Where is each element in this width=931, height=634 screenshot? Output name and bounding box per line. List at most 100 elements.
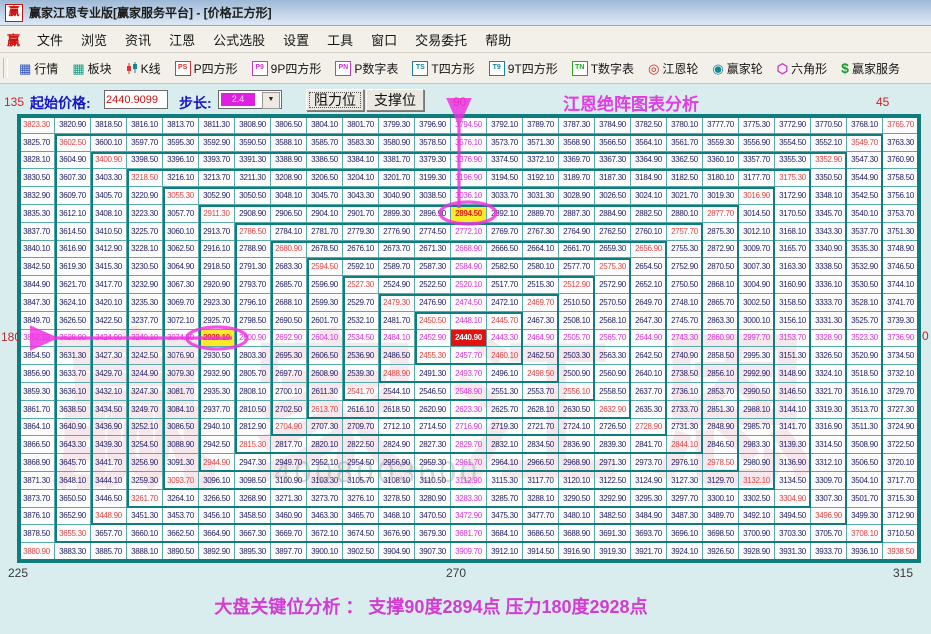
gann-cell[interactable]: 2529.70 [343,293,379,312]
gann-cell[interactable]: 2762.50 [595,222,631,241]
gann-cell[interactable]: 3110.50 [415,471,451,490]
gann-cell[interactable]: 3225.70 [127,222,163,241]
gann-cell[interactable]: 3919.30 [595,543,631,561]
gann-cell[interactable]: 3931.30 [775,543,811,561]
gann-cell[interactable]: 3904.90 [379,543,415,561]
gann-cell[interactable]: 2853.70 [703,382,739,401]
gann-cell[interactable]: 3338.50 [811,258,847,277]
gann-cell[interactable]: 3674.50 [343,525,379,544]
gann-cell[interactable]: 2460.10 [487,347,523,366]
gann-cell[interactable]: 3715.30 [883,489,919,508]
gann-cell[interactable]: 3163.30 [775,258,811,277]
gann-cell[interactable]: 2469.70 [523,293,559,312]
gann-cell[interactable]: 3640.90 [55,418,91,437]
gann-cell[interactable]: 2832.10 [487,436,523,455]
gann-cell[interactable]: 2757.70 [667,222,703,241]
gann-cell[interactable]: 3369.70 [559,151,595,170]
gann-cell[interactable]: 3288.10 [523,489,559,508]
gann-cell[interactable]: 3026.50 [595,187,631,205]
gann-cell[interactable]: 3148.90 [775,365,811,383]
gann-cell[interactable]: 3134.50 [775,471,811,490]
gann-cell[interactable]: 3336.10 [811,276,847,294]
gann-cell[interactable]: 3309.70 [811,471,847,490]
chevron-down-icon[interactable]: ▼ [262,92,280,109]
gann-cell[interactable]: 3530.50 [847,276,883,294]
toolbar-t-square[interactable]: TS T四方形 [405,60,481,77]
gann-cell[interactable]: 3172.90 [775,187,811,205]
gann-cell[interactable]: 2640.10 [631,365,667,383]
gann-cell[interactable]: 2652.10 [631,276,667,294]
gann-cell[interactable]: 3547.30 [847,151,883,170]
gann-cell[interactable]: 2472.10 [487,293,523,312]
toolbar-p-number-table[interactable]: PN P数字表 [328,60,405,77]
gann-cell[interactable]: 3379.30 [415,151,451,170]
gann-cell[interactable]: 2803.30 [235,347,271,366]
gann-cell[interactable]: 3280.90 [415,489,451,508]
gann-cell[interactable]: 3801.70 [343,116,379,134]
gann-cell[interactable]: 2959.30 [415,454,451,472]
gann-cell[interactable]: 3096.10 [199,471,235,490]
gann-cell[interactable]: 3295.30 [631,489,667,508]
gann-cell[interactable]: 3794.50 [451,116,487,134]
gann-cell[interactable]: 2906.50 [271,204,307,223]
gann-cell[interactable]: 3823.30 [19,116,55,134]
gann-cell[interactable]: 3446.50 [91,489,127,508]
gann-cell[interactable]: 3924.10 [667,543,703,561]
gann-cell[interactable]: 2978.50 [703,454,739,472]
gann-cell[interactable]: 2512.90 [559,276,595,294]
gann-cell[interactable]: 3876.10 [19,507,55,526]
gann-cell[interactable]: 2748.10 [667,293,703,312]
gann-cell[interactable]: 2992.90 [739,365,775,383]
gann-cell[interactable]: 3520.90 [847,347,883,366]
gann-cell[interactable]: 3273.70 [307,489,343,508]
gann-cell[interactable]: 3897.70 [271,543,307,561]
gann-cell[interactable]: 3040.90 [379,187,415,205]
gann-cell[interactable]: 3436.90 [91,418,127,437]
gann-cell[interactable]: 2560.90 [595,365,631,383]
gann-cell[interactable]: 2899.30 [379,204,415,223]
gann-cell[interactable]: 2558.50 [595,382,631,401]
gann-cell[interactable]: 3830.50 [19,169,55,188]
gann-cell[interactable]: 3079.30 [163,365,199,383]
gann-cell[interactable]: 2704.90 [271,418,307,437]
gann-cell[interactable]: 3890.50 [163,543,199,561]
gann-cell[interactable]: 2620.90 [415,400,451,419]
gann-cell[interactable]: 3420.10 [91,293,127,312]
gann-cell[interactable]: 3604.90 [55,151,91,170]
gann-cell[interactable]: 2736.10 [667,382,703,401]
gann-cell[interactable]: 2596.90 [307,276,343,294]
gann-cell[interactable]: 3256.90 [127,454,163,472]
gann-cell[interactable]: 3199.30 [415,169,451,188]
gann-cell[interactable]: 2505.70 [559,329,595,348]
gann-cell[interactable]: 2985.70 [739,418,775,437]
gann-cell[interactable]: 2661.70 [559,240,595,259]
gann-cell[interactable]: 2752.90 [667,258,703,277]
gann-cell[interactable]: 3868.90 [19,454,55,472]
gann-cell[interactable]: 2683.30 [271,258,307,277]
start-price-input[interactable] [104,90,168,109]
gann-cell[interactable]: 2733.70 [667,400,703,419]
gann-cell[interactable]: 2887.30 [559,204,595,223]
gann-cell[interactable]: 3453.70 [163,507,199,526]
gann-cell[interactable]: 2947.30 [235,454,271,472]
gann-cell[interactable]: 3100.90 [271,471,307,490]
gann-cell[interactable]: 3007.30 [739,258,775,277]
gann-cell[interactable]: 2952.10 [307,454,343,472]
gann-cell[interactable]: 3888.10 [127,543,163,561]
gann-cell[interactable]: 2817.70 [271,436,307,455]
gann-cell[interactable]: 2812.90 [235,418,271,437]
gann-cell[interactable]: 3669.70 [271,525,307,544]
gann-cell[interactable]: 3249.70 [127,400,163,419]
gann-cell[interactable]: 3549.70 [847,133,883,152]
gann-cell[interactable]: 3667.30 [235,525,271,544]
gann-cell[interactable]: 3081.70 [163,382,199,401]
gann-cell[interactable]: 3681.70 [451,525,487,544]
gann-cell[interactable]: 3480.10 [559,507,595,526]
gann-cell[interactable]: 2839.30 [595,436,631,455]
gann-cell[interactable]: 2498.50 [523,365,559,383]
gann-cell[interactable]: 2572.90 [595,276,631,294]
gann-cell[interactable]: 3928.90 [739,543,775,561]
gann-cell[interactable]: 3180.10 [703,169,739,188]
gann-cell[interactable]: 2556.10 [559,382,595,401]
gann-cell[interactable]: 3763.30 [883,133,919,152]
